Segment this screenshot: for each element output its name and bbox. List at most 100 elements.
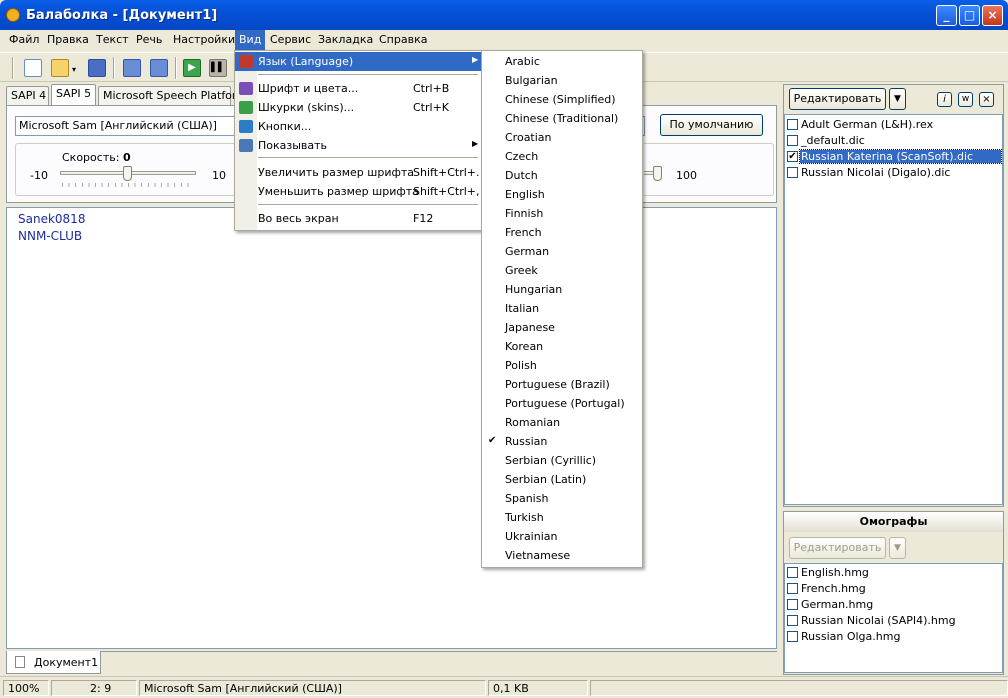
homograph-item[interactable]: Russian Nicolai (SAPI4).hmg [785, 613, 1002, 629]
dictionary-edit-button[interactable]: Редактировать [789, 88, 886, 110]
language-menu-item[interactable]: Czech [482, 147, 642, 166]
view-menu-item[interactable]: Кнопки... [235, 117, 481, 136]
language-menu-item-label: Serbian (Cyrillic) [505, 454, 597, 467]
audio-file-icon[interactable] [123, 59, 141, 77]
view-menu-item-label: Увеличить размер шрифта [258, 166, 415, 179]
status-bar: 100% 2: 9 Microsoft Sam [Английский (США… [0, 676, 1008, 698]
app-icon [6, 8, 20, 22]
language-menu-item[interactable]: Portuguese (Brazil) [482, 375, 642, 394]
menu-edit[interactable]: Правка [47, 33, 89, 46]
menu-view[interactable]: Вид [235, 30, 266, 50]
show-icon [239, 139, 253, 152]
pause-icon[interactable]: ▌▌ [209, 59, 227, 77]
tab-speech-platform[interactable]: Microsoft Speech Platform [98, 86, 247, 105]
language-menu-item[interactable]: Bulgarian [482, 71, 642, 90]
menu-service[interactable]: Сервис [270, 33, 311, 46]
language-menu-item[interactable]: English [482, 185, 642, 204]
language-menu-item[interactable]: Japanese [482, 318, 642, 337]
language-menu-item[interactable]: Vietnamese [482, 546, 642, 565]
batch-convert-icon[interactable] [150, 59, 168, 77]
view-menu-item[interactable]: Показывать ▶ [235, 136, 481, 155]
language-menu-item[interactable]: French [482, 223, 642, 242]
language-menu-item[interactable]: German [482, 242, 642, 261]
view-menu-item[interactable]: Язык (Language) ▶ [235, 52, 481, 71]
open-folder-icon[interactable] [51, 59, 69, 77]
voice-select[interactable]: Microsoft Sam [Английский (США)] [15, 116, 240, 136]
dictionary-item-label: _default.dic [801, 134, 865, 147]
language-menu-item[interactable]: Serbian (Cyrillic) [482, 451, 642, 470]
dictionary-item[interactable]: _default.dic [785, 133, 1002, 149]
font-icon [239, 82, 253, 95]
language-menu-item[interactable]: Finnish [482, 204, 642, 223]
dictionary-item[interactable]: ✔ Russian Katerina (ScanSoft).dic [785, 149, 1002, 165]
maximize-button[interactable]: □ [959, 5, 980, 26]
view-menu-item[interactable]: Шкурки (skins)... Ctrl+K [235, 98, 481, 117]
homograph-checkbox[interactable] [787, 583, 798, 594]
menu-speech[interactable]: Речь [136, 33, 162, 46]
language-menu-item[interactable]: Korean [482, 337, 642, 356]
view-menu-item[interactable]: Уменьшить размер шрифта Shift+Ctrl+, [235, 182, 481, 201]
language-menu-item[interactable]: Serbian (Latin) [482, 470, 642, 489]
language-menu-item[interactable]: Romanian [482, 413, 642, 432]
dictionary-item[interactable]: Adult German (L&H).rex [785, 117, 1002, 133]
language-menu-item[interactable]: Portuguese (Portugal) [482, 394, 642, 413]
dictionary-item[interactable]: Russian Nicolai (Digalo).dic [785, 165, 1002, 181]
save-icon[interactable] [88, 59, 106, 77]
language-menu-item[interactable]: Italian [482, 299, 642, 318]
menu-settings[interactable]: Настройки [173, 33, 235, 46]
language-menu-item[interactable]: Croatian [482, 128, 642, 147]
dictionary-checkbox[interactable] [787, 167, 798, 178]
open-dropdown-icon[interactable]: ▾ [72, 65, 76, 74]
view-menu-item[interactable]: Шрифт и цвета... Ctrl+B [235, 79, 481, 98]
homograph-item[interactable]: German.hmg [785, 597, 1002, 613]
tab-sapi4[interactable]: SAPI 4 [6, 86, 49, 105]
volume-slider-thumb[interactable] [653, 166, 662, 181]
dictionary-dropdown-icon[interactable]: ▼ [889, 88, 906, 110]
menu-help[interactable]: Справка [379, 33, 427, 46]
minimize-button[interactable]: _ [936, 5, 957, 26]
default-voice-button[interactable]: По умолчанию [660, 114, 763, 136]
new-document-icon[interactable] [24, 59, 42, 77]
language-menu-item[interactable]: ✔ Russian [482, 432, 642, 451]
menu-text[interactable]: Текст [96, 33, 129, 46]
menu-bookmark[interactable]: Закладка [318, 33, 373, 46]
text-editor[interactable] [6, 207, 777, 649]
homograph-item[interactable]: English.hmg [785, 565, 1002, 581]
tab-sapi5[interactable]: SAPI 5 [51, 84, 96, 105]
remove-icon[interactable]: × [979, 92, 994, 107]
homograph-edit-button[interactable]: Редактировать [789, 537, 886, 559]
menu-file[interactable]: Файл [9, 33, 39, 46]
rate-slider-thumb[interactable] [123, 166, 132, 181]
language-menu-item[interactable]: Chinese (Traditional) [482, 109, 642, 128]
language-menu-item[interactable]: Chinese (Simplified) [482, 90, 642, 109]
dictionary-checkbox[interactable] [787, 135, 798, 146]
language-menu-item[interactable]: Spanish [482, 489, 642, 508]
language-menu-item[interactable]: Dutch [482, 166, 642, 185]
info-icon[interactable]: i [937, 92, 952, 107]
close-button[interactable]: × [982, 5, 1003, 26]
language-menu-item[interactable]: Hungarian [482, 280, 642, 299]
homograph-checkbox[interactable] [787, 567, 798, 578]
view-menu-item[interactable]: Увеличить размер шрифта Shift+Ctrl+. [235, 163, 481, 182]
language-menu-item[interactable]: Turkish [482, 508, 642, 527]
homograph-checkbox[interactable] [787, 615, 798, 626]
tab-document[interactable]: Документ1 [6, 651, 101, 674]
view-menu-item-label: Кнопки... [258, 120, 312, 133]
view-menu-item[interactable]: Во весь экран F12 [235, 209, 481, 228]
language-menu-item[interactable]: Polish [482, 356, 642, 375]
language-menu-item[interactable]: Greek [482, 261, 642, 280]
homograph-checkbox[interactable] [787, 631, 798, 642]
language-menu-item-label: Greek [505, 264, 538, 277]
word-icon[interactable]: w [958, 92, 973, 107]
dictionary-checkbox[interactable] [787, 119, 798, 130]
language-menu-item[interactable]: Ukrainian [482, 527, 642, 546]
dictionary-checkbox[interactable]: ✔ [787, 151, 798, 162]
homograph-item[interactable]: Russian Olga.hmg [785, 629, 1002, 645]
document-tabs [6, 651, 777, 674]
language-menu-item[interactable]: Arabic [482, 52, 642, 71]
play-icon[interactable]: ▶ [183, 59, 201, 77]
homograph-dropdown-icon[interactable]: ▼ [889, 537, 906, 559]
homograph-item[interactable]: French.hmg [785, 581, 1002, 597]
language-menu-item-label: French [505, 226, 542, 239]
homograph-checkbox[interactable] [787, 599, 798, 610]
